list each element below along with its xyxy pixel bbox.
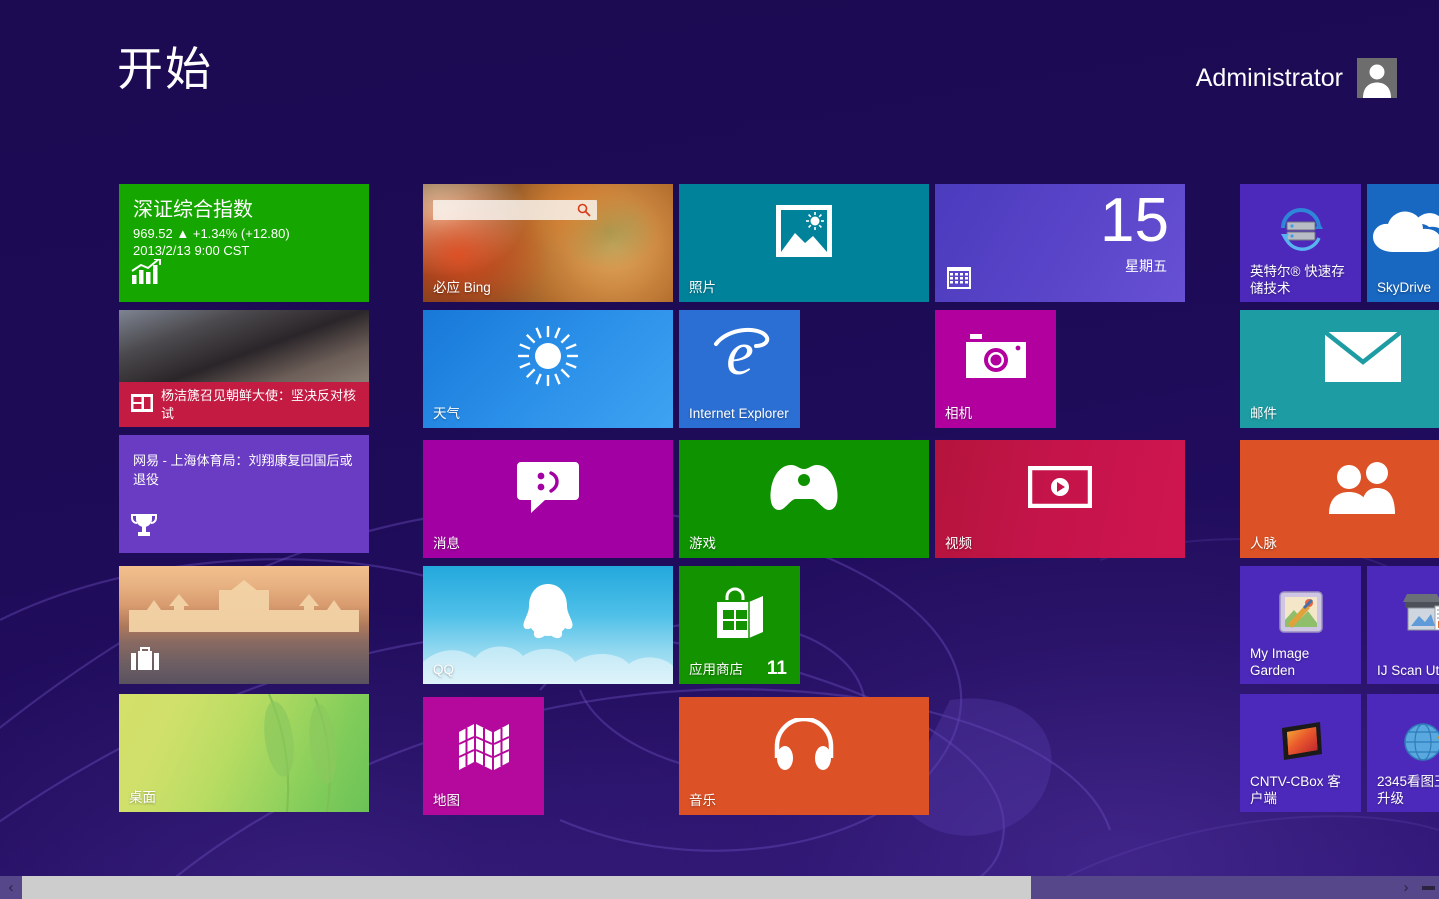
tile-label-weather: 天气 bbox=[433, 406, 460, 422]
tile-label-my-image-garden: My Image Garden bbox=[1250, 645, 1354, 679]
fern-leaf-decoration bbox=[119, 694, 369, 812]
tile-camera[interactable]: 相机 bbox=[935, 310, 1056, 428]
scrollbar-end-button[interactable] bbox=[1417, 876, 1439, 899]
search-icon bbox=[577, 203, 591, 222]
scrollbar-right-arrow-icon[interactable]: › bbox=[1395, 876, 1417, 899]
tile-sports[interactable]: 网易 - 上海体育局：刘翔康复回国后或退役 bbox=[119, 435, 369, 553]
finance-chart-icon bbox=[131, 259, 161, 290]
tile-label-camera: 相机 bbox=[945, 406, 972, 422]
tile-travel[interactable] bbox=[119, 566, 369, 684]
news-headline: 杨洁篪召见朝鲜大使：坚决反对核试 bbox=[161, 387, 363, 423]
tile-games[interactable]: 游戏 bbox=[679, 440, 929, 558]
cloud-icon bbox=[1367, 184, 1439, 278]
tile-label-games: 游戏 bbox=[689, 536, 716, 552]
qq-penguin-icon bbox=[423, 566, 673, 658]
cbox-icon bbox=[1276, 718, 1326, 769]
tile-qq[interactable]: QQ bbox=[423, 566, 673, 684]
tile-photos[interactable]: 照片 bbox=[679, 184, 929, 302]
tile-label-skydrive: SkyDrive bbox=[1377, 280, 1431, 296]
tile-label-maps: 地图 bbox=[433, 793, 460, 809]
tile-internet-explorer[interactable]: e Internet Explorer bbox=[679, 310, 800, 428]
store-update-count: 11 bbox=[767, 658, 787, 680]
tile-label-messaging: 消息 bbox=[433, 536, 460, 552]
tile-stock[interactable]: 深证综合指数 969.52 ▲ +1.34% (+12.80) 2013/2/1… bbox=[119, 184, 369, 302]
globe-upgrade-icon bbox=[1402, 718, 1439, 769]
tile-maps[interactable]: 地图 bbox=[423, 697, 544, 815]
calendar-icon bbox=[947, 267, 971, 294]
map-icon bbox=[423, 697, 544, 795]
stock-quote: 969.52 ▲ +1.34% (+12.80) bbox=[133, 225, 290, 242]
stock-timestamp: 2013/2/13 9:00 CST bbox=[133, 242, 249, 259]
tile-my-image-garden[interactable]: My Image Garden bbox=[1240, 566, 1361, 684]
chat-bubble-icon bbox=[423, 440, 673, 536]
tile-video[interactable]: 视频 bbox=[935, 440, 1185, 558]
parliament-silhouette bbox=[119, 580, 369, 632]
tile-messaging[interactable]: 消息 bbox=[423, 440, 673, 558]
sun-icon bbox=[423, 310, 673, 402]
video-play-icon bbox=[935, 440, 1185, 534]
tile-mail[interactable]: 邮件 bbox=[1240, 310, 1439, 428]
calendar-weekday: 星期五 bbox=[1125, 256, 1167, 276]
people-icon bbox=[1240, 440, 1439, 534]
tile-music[interactable]: 音乐 bbox=[679, 697, 929, 815]
news-icon bbox=[131, 392, 153, 419]
start-screen: 开始 Administrator 深证综合指数 969.52 ▲ +1.34% … bbox=[0, 0, 1439, 899]
news-caption-bar: 杨洁篪召见朝鲜大使：坚决反对核试 bbox=[119, 383, 369, 427]
tile-label-desktop: 桌面 bbox=[129, 790, 156, 806]
picture-icon bbox=[679, 184, 929, 278]
tile-2345-upgrade[interactable]: 2345看图王版本升级 bbox=[1367, 694, 1439, 812]
tile-label-2345-upgrade: 2345看图王版本升级 bbox=[1377, 773, 1439, 807]
tile-label-ij-scan-utility: IJ Scan Utility bbox=[1377, 662, 1439, 679]
tile-label-people: 人脉 bbox=[1250, 536, 1277, 552]
tile-grid: 深证综合指数 969.52 ▲ +1.34% (+12.80) 2013/2/1… bbox=[0, 0, 1439, 899]
internet-explorer-icon: e bbox=[706, 322, 774, 389]
tile-label-bing: 必应 Bing bbox=[433, 280, 491, 296]
tile-label-intel: 英特尔® 快速存储技术 bbox=[1250, 263, 1354, 297]
tile-intel-rapid-storage[interactable]: 英特尔® 快速存储技术 bbox=[1240, 184, 1361, 302]
tile-label-video: 视频 bbox=[945, 536, 972, 552]
tile-ij-scan-utility[interactable]: IJ Scan Utility bbox=[1367, 566, 1439, 684]
scrollbar-track[interactable] bbox=[22, 876, 1395, 899]
tile-news[interactable]: 杨洁篪召见朝鲜大使：坚决反对核试 bbox=[119, 310, 369, 427]
tile-desktop[interactable]: 桌面 bbox=[119, 694, 369, 812]
scrollbar-left-arrow-icon[interactable]: ‹ bbox=[0, 876, 22, 899]
suitcase-icon bbox=[131, 647, 159, 676]
headphones-icon bbox=[679, 697, 929, 793]
image-garden-icon bbox=[1276, 590, 1326, 643]
tile-label-qq: QQ bbox=[433, 662, 454, 678]
tile-skydrive[interactable]: SkyDrive bbox=[1367, 184, 1439, 302]
trophy-icon bbox=[131, 512, 157, 543]
envelope-icon bbox=[1240, 310, 1439, 404]
tile-people[interactable]: 人脉 bbox=[1240, 440, 1439, 558]
camera-icon bbox=[935, 310, 1056, 406]
scrollbar-thumb[interactable] bbox=[22, 876, 1031, 899]
gamepad-icon bbox=[679, 440, 929, 534]
tile-calendar[interactable]: 15 星期五 bbox=[935, 184, 1185, 302]
search-input[interactable] bbox=[433, 200, 597, 220]
tile-label-cntv-cbox: CNTV-CBox 客户端 bbox=[1250, 773, 1354, 807]
tile-label-internet-explorer: Internet Explorer bbox=[689, 405, 789, 422]
dash-icon bbox=[1422, 886, 1435, 890]
news-thumbnail bbox=[119, 310, 369, 382]
tile-weather[interactable]: 天气 bbox=[423, 310, 673, 428]
tile-cntv-cbox[interactable]: CNTV-CBox 客户端 bbox=[1240, 694, 1361, 812]
intel-storage-icon bbox=[1275, 208, 1327, 257]
shopping-bag-icon bbox=[679, 566, 800, 660]
horizontal-scrollbar[interactable]: ‹ › bbox=[0, 876, 1439, 899]
tile-label-photos: 照片 bbox=[689, 280, 716, 296]
tile-label-music: 音乐 bbox=[689, 793, 716, 809]
tile-label-store: 应用商店 bbox=[689, 662, 743, 678]
scanner-icon bbox=[1401, 590, 1439, 641]
sports-headline: 网易 - 上海体育局：刘翔康复回国后或退役 bbox=[133, 451, 357, 489]
stock-name: 深证综合指数 bbox=[133, 198, 253, 222]
tile-bing[interactable]: 必应 Bing bbox=[423, 184, 673, 302]
calendar-day-number: 15 bbox=[1100, 186, 1169, 256]
tile-label-mail: 邮件 bbox=[1250, 406, 1277, 422]
tile-store[interactable]: 应用商店 11 bbox=[679, 566, 800, 684]
